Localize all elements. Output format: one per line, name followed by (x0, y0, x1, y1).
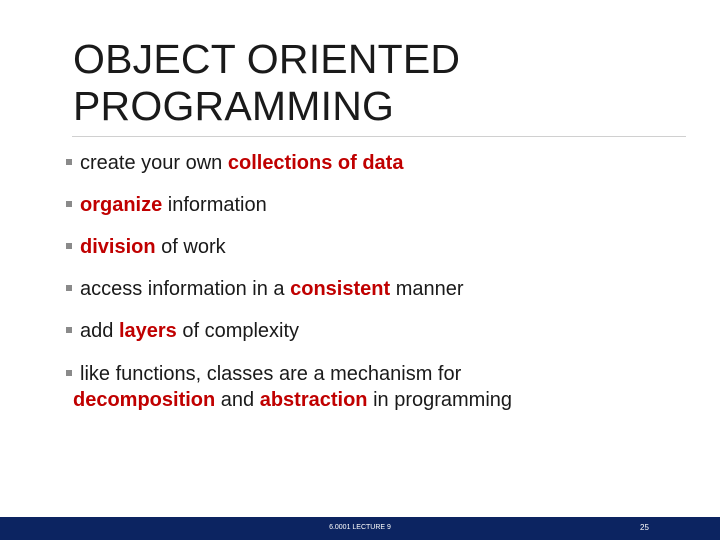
slide-title-line-2: PROGRAMMING (73, 83, 395, 129)
bullet-item-2: organize information (66, 192, 666, 218)
title-divider (72, 136, 686, 137)
bullet-text: manner (390, 278, 464, 300)
bullet-item-1: create your own collections of data (66, 150, 666, 176)
square-bullet-icon (66, 370, 72, 376)
bullet-text: add (80, 320, 119, 342)
bullet-text: like functions, classes are a mechanism … (80, 363, 462, 385)
square-bullet-icon (66, 201, 72, 207)
bullet-highlight: division (80, 236, 156, 258)
square-bullet-icon (66, 285, 72, 291)
slide-number: 25 (640, 523, 649, 532)
bullet-item-4: access information in a consistent manne… (66, 276, 666, 302)
bullet-highlight: consistent (290, 278, 391, 300)
bullet-text: of complexity (176, 320, 300, 342)
bullet-text: and (215, 389, 260, 411)
slide-title: OBJECT ORIENTED PROGRAMMING (73, 36, 673, 130)
square-bullet-icon (66, 243, 72, 249)
bullet-text: create your own (80, 152, 228, 174)
bullet-continuation: decomposition and abstraction in program… (66, 387, 666, 413)
bullet-text: of work (155, 236, 226, 258)
footer-lecture-label: 6.0001 LECTURE 9 (329, 524, 391, 531)
slide-title-line-1: OBJECT ORIENTED (73, 36, 461, 82)
bullet-item-6: like functions, classes are a mechanism … (66, 361, 666, 413)
bullet-text: information (162, 194, 267, 216)
bullet-item-5: add layers of complexity (66, 318, 666, 344)
bullet-highlight: organize (80, 194, 163, 216)
bullet-highlight: layers (118, 320, 177, 342)
bullet-item-3: division of work (66, 234, 666, 260)
bullet-highlight: collections of data (227, 152, 404, 174)
square-bullet-icon (66, 327, 72, 333)
bullet-highlight: decomposition (73, 389, 216, 411)
footer-bar: 6.0001 LECTURE 9 25 (0, 517, 720, 540)
bullet-text: access information in a (80, 278, 291, 300)
square-bullet-icon (66, 159, 72, 165)
bullet-highlight: abstraction (259, 389, 368, 411)
bullet-text: in programming (367, 389, 513, 411)
